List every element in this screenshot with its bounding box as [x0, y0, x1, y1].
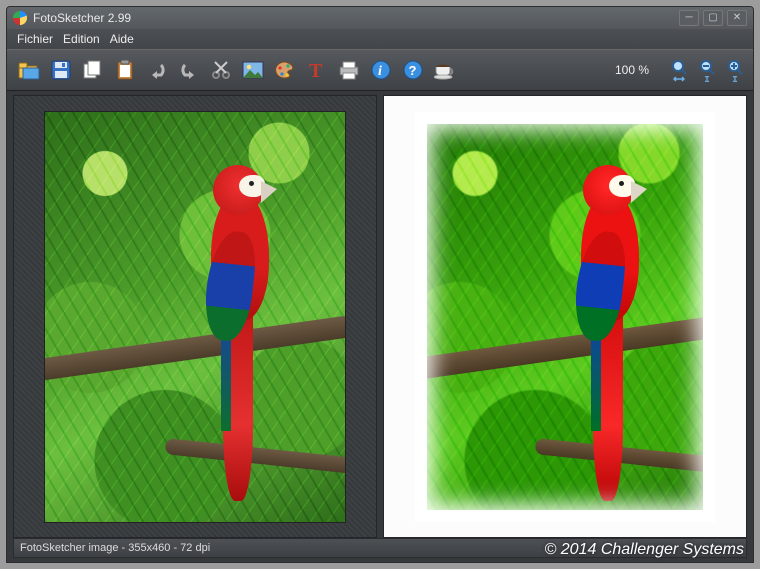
svg-text:?: ? [409, 63, 417, 78]
zoom-fit-button[interactable] [669, 56, 689, 84]
open-folder-icon [18, 60, 40, 80]
zoom-fit-icon [671, 59, 687, 75]
undo-icon [146, 60, 168, 80]
batch-button[interactable] [79, 54, 107, 86]
copy-icon [82, 60, 104, 80]
clipboard-button[interactable] [111, 54, 139, 86]
palette-button[interactable] [271, 54, 299, 86]
content-area [13, 95, 747, 538]
text-button[interactable]: T [303, 54, 331, 86]
redo-icon [178, 60, 200, 80]
palette-icon [274, 60, 296, 80]
app-window: FotoSketcher 2.99 ─ ▢ ✕ Fichier Edition … [6, 6, 754, 563]
clipboard-icon [115, 59, 135, 81]
zoom-in-button[interactable] [725, 56, 745, 84]
menu-help[interactable]: Aide [110, 32, 134, 46]
image-icon [242, 61, 264, 79]
app-icon [13, 11, 27, 25]
undo-button[interactable] [143, 54, 171, 86]
donate-button[interactable] [431, 54, 459, 86]
text-icon: T [308, 60, 326, 80]
open-button[interactable] [15, 54, 43, 86]
menu-file[interactable]: Fichier [17, 32, 53, 46]
svg-text:T: T [309, 60, 323, 80]
zoom-out-button[interactable] [697, 56, 717, 84]
coffee-icon [434, 60, 456, 80]
source-panel[interactable] [13, 95, 377, 538]
info-icon: i [371, 60, 391, 80]
minimize-button[interactable]: ─ [679, 10, 699, 26]
screenshot-frame: FotoSketcher 2.99 ─ ▢ ✕ Fichier Edition … [0, 0, 760, 569]
save-button[interactable] [47, 54, 75, 86]
resize-button[interactable] [239, 54, 267, 86]
result-image [396, 108, 734, 525]
zoom-level-label: 100 % [615, 63, 649, 77]
status-text: FotoSketcher image - 355x460 - 72 dpi [20, 542, 210, 554]
menu-edit[interactable]: Edition [63, 32, 100, 46]
close-button[interactable]: ✕ [727, 10, 747, 26]
help-button[interactable]: ? [399, 54, 427, 86]
toolbar: T i ? 100 % [7, 49, 753, 91]
watermark: © 2014 Challenger Systems [545, 541, 744, 559]
titlebar[interactable]: FotoSketcher 2.99 ─ ▢ ✕ [7, 7, 753, 29]
save-icon [51, 60, 71, 80]
result-panel[interactable] [383, 95, 747, 538]
info-button[interactable]: i [367, 54, 395, 86]
zoom-in-icon [727, 59, 743, 75]
source-image [26, 108, 364, 525]
crop-button[interactable] [207, 54, 235, 86]
print-button[interactable] [335, 54, 363, 86]
help-icon: ? [403, 60, 423, 80]
maximize-button[interactable]: ▢ [703, 10, 723, 26]
redo-button[interactable] [175, 54, 203, 86]
print-icon [338, 60, 360, 80]
scissors-icon [211, 60, 231, 80]
menubar: Fichier Edition Aide [7, 29, 753, 49]
window-title: FotoSketcher 2.99 [33, 11, 675, 25]
zoom-out-icon [699, 59, 715, 75]
svg-text:i: i [378, 64, 382, 79]
zoom-group [669, 56, 745, 84]
